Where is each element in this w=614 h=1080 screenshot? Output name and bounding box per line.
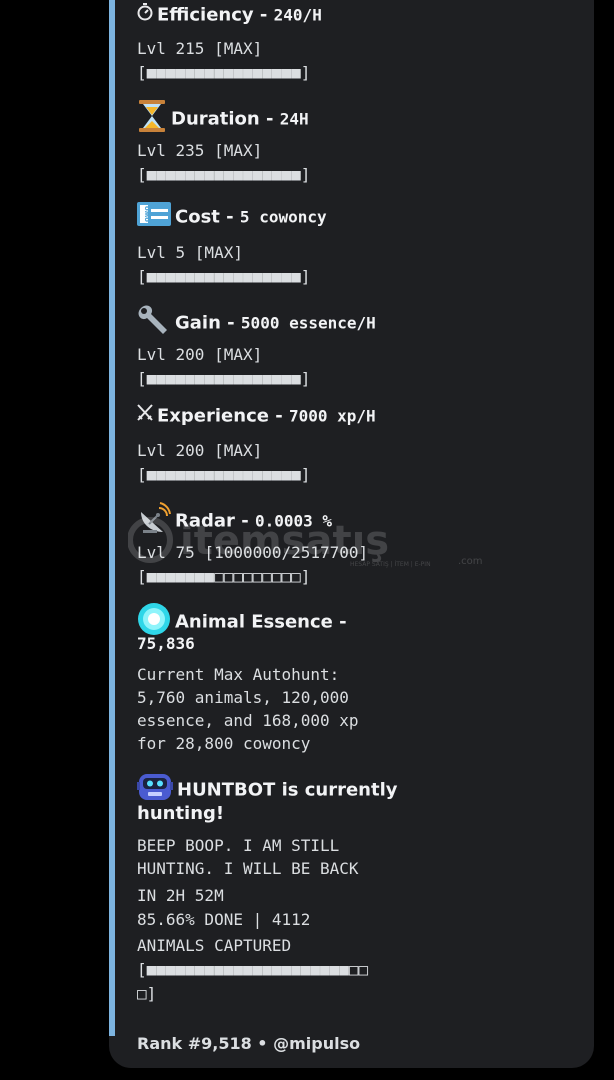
- satellite-dish-icon: [137, 502, 171, 541]
- stat-gain-level: Lvl 200 [MAX]: [137, 345, 263, 364]
- stat-value: 0.0003 %: [254, 511, 332, 531]
- stat-experience-title: Experience - 7000 xp/H: [137, 404, 376, 429]
- stat-gain-bar: [■■■■■■■■■■■■■■■■]: [137, 369, 311, 388]
- stat-label: Gain: [175, 312, 221, 334]
- essence-label: Animal Essence -: [175, 611, 347, 633]
- stat-label: Experience: [157, 405, 269, 427]
- stat-separator: -: [234, 510, 255, 532]
- stat-separator: -: [259, 108, 280, 130]
- stat-label: Cost: [175, 206, 220, 228]
- stat-separator: -: [253, 4, 274, 26]
- essence-line: Current Max Autohunt:: [137, 665, 340, 684]
- stat-experience-bar: [■■■■■■■■■■■■■■■■]: [137, 465, 311, 484]
- stat-duration-level: Lvl 235 [MAX]: [137, 141, 263, 160]
- stat-label: Radar: [175, 510, 235, 532]
- hourglass-icon: [137, 100, 167, 139]
- huntbot-progress-bar-end: □]: [137, 984, 157, 1003]
- essence-line: for 28,800 cowoncy: [137, 734, 311, 753]
- stat-cost-bar: [■■■■■■■■■■■■■■■■]: [137, 267, 311, 286]
- essence-line: 5,760 animals, 120,000: [137, 688, 349, 707]
- stat-gain-title: Gain - 5000 essence/H: [137, 304, 376, 343]
- stat-radar-level: Lvl 75 [1000000/2517700]: [137, 543, 369, 562]
- stat-value: 24H: [279, 109, 309, 129]
- huntbot-progress-bar: [■■■■■■■■■■■■■■■■■■■■■□□: [137, 960, 369, 979]
- embed-accent-bar: [109, 0, 115, 1036]
- crossed-swords-icon: [137, 404, 153, 429]
- stat-value: 5000 essence/H: [240, 313, 376, 333]
- svg-text:owo: owo: [143, 206, 151, 222]
- stat-duration-bar: [■■■■■■■■■■■■■■■■]: [137, 165, 311, 184]
- stat-separator: -: [268, 405, 289, 427]
- stat-cost-level: Lvl 5 [MAX]: [137, 243, 243, 262]
- stat-label: Duration: [171, 108, 260, 130]
- huntbot-line: ANIMALS CAPTURED: [137, 936, 292, 955]
- stat-efficiency-title: Efficiency - 240/H: [137, 3, 322, 28]
- stat-label: Efficiency: [157, 4, 254, 26]
- stat-separator: -: [219, 206, 240, 228]
- huntbot-line: IN 2H 52M: [137, 886, 224, 905]
- essence-line: essence, and 168,000 xp: [137, 711, 359, 730]
- stat-efficiency-level: Lvl 215 [MAX]: [137, 39, 263, 58]
- stat-value: 240/H: [273, 5, 322, 25]
- wrench-icon: [137, 304, 171, 343]
- stat-radar-title: Radar - 0.0003 %: [137, 502, 332, 541]
- huntbot-progress-text: 85.66% DONE | 4112: [137, 910, 311, 929]
- stat-radar-bar: [■■■■■■■□□□□□□□□□]: [137, 567, 311, 586]
- stat-value: 5 cowoncy: [239, 207, 327, 227]
- stat-separator: -: [220, 312, 241, 334]
- huntbot-line: HUNTING. I WILL BE BACK: [137, 859, 359, 878]
- huntbot-title-line2: hunting!: [137, 803, 225, 824]
- owo-ticket-icon: owo: [137, 202, 171, 233]
- stat-value: 7000 xp/H: [288, 406, 376, 426]
- stat-cost-title: owo Cost - 5 cowoncy: [137, 202, 327, 233]
- huntbot-title-text: HUNTBOT is currently: [177, 779, 398, 801]
- essence-value: 75,836: [137, 632, 195, 656]
- stat-experience-level: Lvl 200 [MAX]: [137, 441, 263, 460]
- essence-amount: 75,836: [137, 634, 195, 653]
- stat-duration-title: Duration - 24H: [137, 100, 309, 139]
- huntbot-line: BEEP BOOP. I AM STILL: [137, 836, 340, 855]
- stat-efficiency-bar: [■■■■■■■■■■■■■■■■]: [137, 63, 311, 82]
- embed-footer: Rank #9,518 • @mipulso: [137, 1034, 361, 1053]
- stopwatch-icon: [137, 3, 153, 28]
